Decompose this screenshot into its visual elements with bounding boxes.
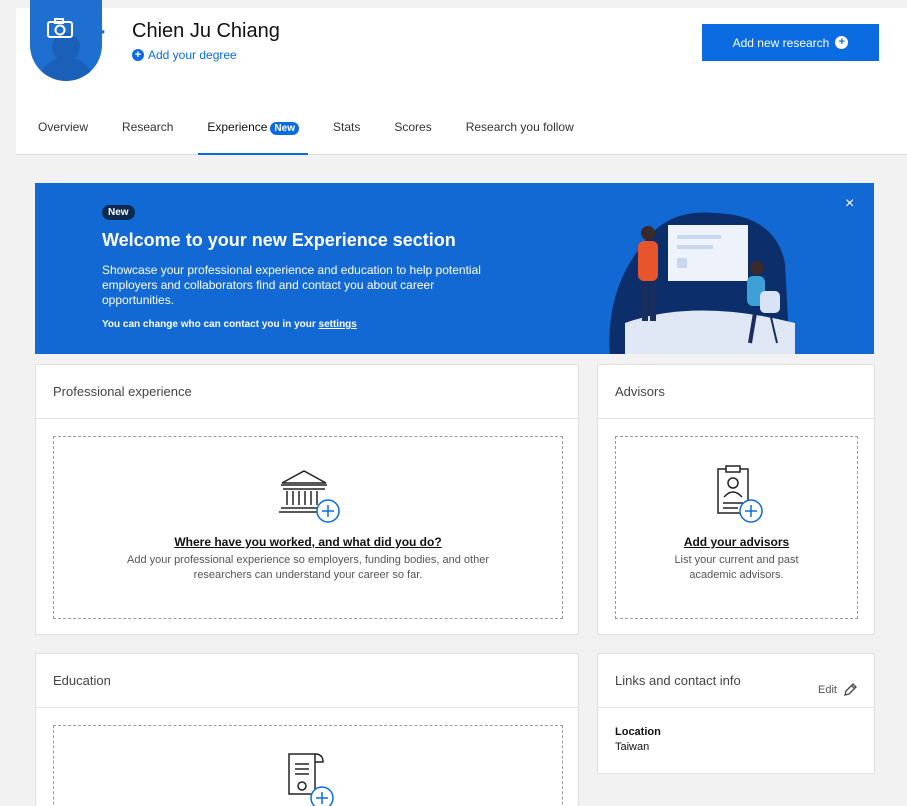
tab-label: Overview <box>38 120 89 134</box>
pencil-icon <box>844 683 857 696</box>
close-icon[interactable]: × <box>845 195 854 213</box>
card-header: Links and contact info Edit <box>598 654 874 708</box>
plus-circle-icon: + <box>132 49 144 61</box>
add-experience-dropzone[interactable]: Where have you worked, and what did you … <box>53 436 563 619</box>
experience-illustration <box>609 212 795 354</box>
add-education-dropzone[interactable] <box>53 725 563 806</box>
camera-icon <box>47 18 73 38</box>
education-card: Education <box>35 653 579 806</box>
clipboard-person-add-icon <box>716 465 763 523</box>
certificate-add-icon <box>288 753 334 806</box>
tab-scores[interactable]: Scores <box>394 109 431 155</box>
add-degree-label: Add your degree <box>148 48 237 62</box>
card-header: Professional experience <box>36 365 578 419</box>
banner-title: Welcome to your new Experience section <box>102 230 456 250</box>
profile-tabs: Overview Research Experience New Stats Sc… <box>16 109 591 155</box>
add-new-research-button[interactable]: Add new research + <box>702 24 879 61</box>
add-advisors-link[interactable]: Add your advisors <box>616 535 857 549</box>
card-title: Professional experience <box>53 384 192 399</box>
banner-description: Showcase your professional experience an… <box>102 263 481 307</box>
new-badge: New <box>102 205 135 220</box>
edit-button[interactable]: Edit <box>818 673 857 707</box>
tab-research[interactable]: Research <box>122 109 173 155</box>
card-header: Advisors <box>598 365 874 419</box>
add-experience-link[interactable]: Where have you worked, and what did you … <box>54 535 562 549</box>
advisors-card: Advisors Add your advisors List your cur… <box>597 364 875 635</box>
add-degree-link[interactable]: + Add your degree <box>132 48 237 62</box>
profile-name: Chien Ju Chiang <box>132 20 280 42</box>
tab-label: Research you follow <box>465 120 574 134</box>
settings-prefix: You can change who can contact you in yo… <box>102 319 319 330</box>
profile-header: + Chien Ju Chiang + Add your degree Add … <box>16 0 907 155</box>
location-label: Location <box>615 726 661 738</box>
tab-experience[interactable]: Experience New <box>198 109 308 155</box>
tab-stats[interactable]: Stats <box>333 109 360 155</box>
experience-welcome-banner: New Welcome to your new Experience secti… <box>35 183 874 354</box>
tab-research-you-follow[interactable]: Research you follow <box>466 109 574 155</box>
card-header: Education <box>36 654 578 708</box>
add-experience-description: Add your professional experience so empl… <box>126 554 489 581</box>
card-title: Links and contact info <box>615 673 741 688</box>
card-title: Advisors <box>615 384 665 399</box>
tab-overview[interactable]: Overview <box>38 109 88 155</box>
tab-label: Research <box>122 120 174 134</box>
card-title: Education <box>53 673 111 688</box>
avatar-body-shape <box>38 57 94 81</box>
add-research-label: Add new research <box>732 35 830 50</box>
add-photo-plus-icon[interactable]: + <box>88 18 106 48</box>
plus-circle-icon: + <box>835 36 849 49</box>
links-contact-card: Links and contact info Edit Location Tai… <box>597 653 875 774</box>
new-badge: New <box>270 122 299 135</box>
institution-add-icon <box>279 470 340 523</box>
tab-label: Experience <box>207 120 268 134</box>
add-advisors-dropzone[interactable]: Add your advisors List your current and … <box>615 436 858 619</box>
professional-experience-card: Professional experience Where have you w… <box>35 364 579 635</box>
banner-settings-line: You can change who can contact you in yo… <box>102 319 357 330</box>
tab-label: Stats <box>332 120 361 134</box>
settings-link[interactable]: settings <box>319 319 357 330</box>
add-advisors-description: List your current and past academic advi… <box>674 554 799 581</box>
location-value: Taiwan <box>615 741 650 753</box>
edit-label: Edit <box>818 684 837 696</box>
tab-label: Scores <box>394 120 432 134</box>
